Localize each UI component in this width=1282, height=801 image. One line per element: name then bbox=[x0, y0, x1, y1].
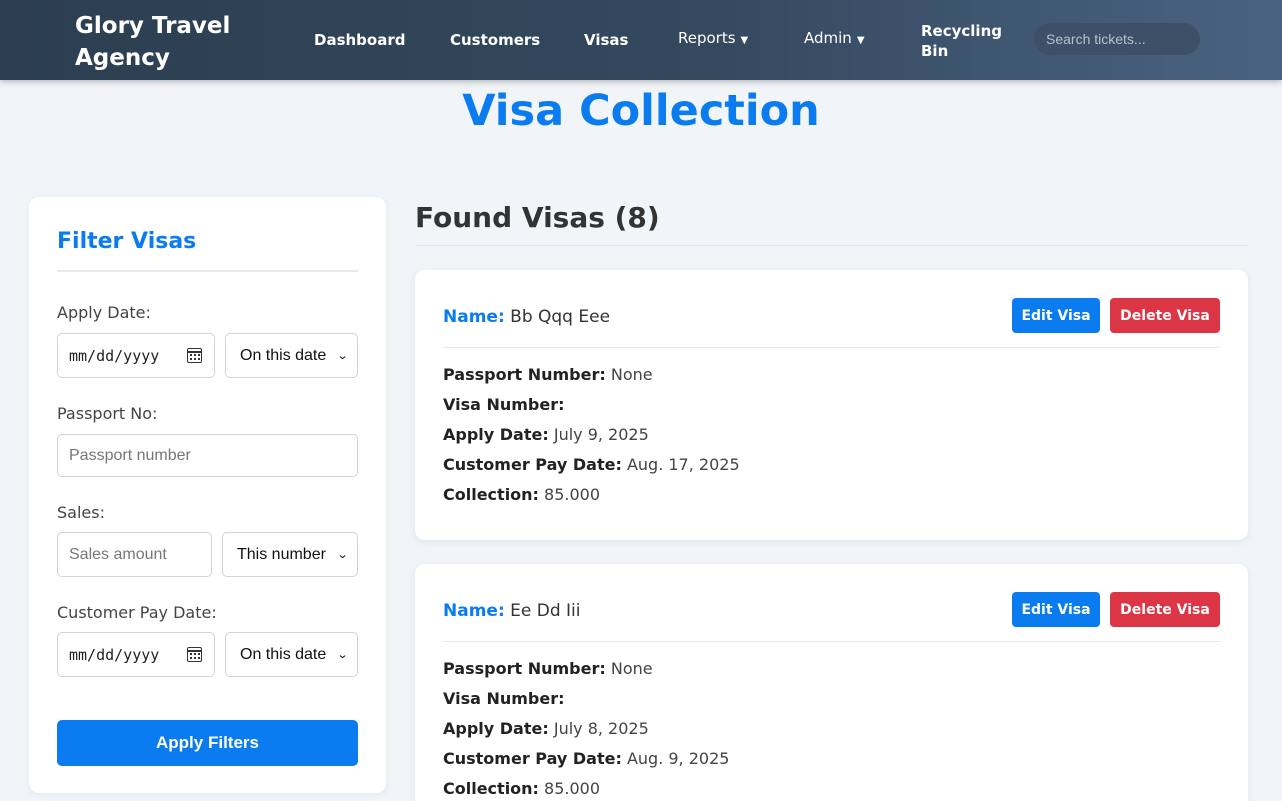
calendar-icon[interactable] bbox=[187, 348, 202, 363]
caret-down-icon: ▼ bbox=[740, 35, 749, 46]
apply-date-label: Apply Date: bbox=[57, 303, 151, 322]
sales-mode-value: This number bbox=[237, 545, 326, 563]
passport-field-label: Passport Number: bbox=[443, 365, 606, 384]
page-title: Visa Collection bbox=[462, 86, 820, 136]
nav-customers[interactable]: Customers bbox=[450, 31, 540, 49]
pay-date-placeholder: mm/dd/yyyy bbox=[69, 645, 160, 664]
brand-logo-text[interactable]: Glory Travel Agency bbox=[75, 10, 265, 74]
nav-recycling-bin[interactable]: Recycling Bin bbox=[921, 21, 1002, 61]
filter-title: Filter Visas bbox=[57, 229, 197, 254]
visa-card: Name: Bb Qqq Eee Edit Visa Delete Visa P… bbox=[415, 270, 1248, 540]
nav-visas[interactable]: Visas bbox=[584, 31, 628, 49]
pay-date-label: Customer Pay Date: bbox=[57, 603, 217, 622]
apply-date-row: Apply Date: July 8, 2025 bbox=[443, 719, 649, 738]
apply-date-field-label: Apply Date: bbox=[443, 719, 549, 738]
passport-placeholder: Passport number bbox=[69, 446, 191, 464]
collection-row: Collection: 85.000 bbox=[443, 485, 600, 504]
edit-visa-button[interactable]: Edit Visa bbox=[1012, 298, 1100, 333]
visa-field-label: Visa Number: bbox=[443, 689, 565, 708]
calendar-icon[interactable] bbox=[187, 647, 202, 662]
filter-panel: Filter Visas Apply Date: mm/dd/yyyy On t… bbox=[29, 197, 386, 793]
divider bbox=[415, 245, 1248, 246]
passport-value: None bbox=[610, 365, 653, 384]
top-navbar: Glory Travel Agency Dashboard Customers … bbox=[0, 0, 1282, 80]
chevron-down-icon: ⌄ bbox=[336, 649, 349, 661]
collection-row: Collection: 85.000 bbox=[443, 779, 600, 798]
apply-date-value: July 9, 2025 bbox=[553, 425, 649, 444]
visa-field-label: Visa Number: bbox=[443, 395, 565, 414]
visa-card: Name: Ee Dd Iii Edit Visa Delete Visa Pa… bbox=[415, 564, 1248, 801]
nav-dashboard[interactable]: Dashboard bbox=[314, 31, 405, 49]
passport-row: Passport Number: None bbox=[443, 365, 653, 384]
apply-date-input[interactable]: mm/dd/yyyy bbox=[57, 333, 215, 378]
sales-placeholder: Sales amount bbox=[69, 545, 167, 563]
pay-date-mode-value: On this date bbox=[240, 645, 327, 663]
pay-date-input[interactable]: mm/dd/yyyy bbox=[57, 632, 215, 677]
visa-number-row: Visa Number: bbox=[443, 689, 565, 708]
results-heading: Found Visas (8) bbox=[415, 201, 660, 234]
collection-field-label: Collection: bbox=[443, 485, 539, 504]
visa-name: Name: Ee Dd Iii bbox=[443, 601, 581, 621]
pay-date-row: Customer Pay Date: Aug. 9, 2025 bbox=[443, 749, 729, 768]
apply-date-row: Apply Date: July 9, 2025 bbox=[443, 425, 649, 444]
collection-value: 85.000 bbox=[544, 779, 601, 798]
passport-input[interactable]: Passport number bbox=[57, 434, 358, 477]
name-label: Name: bbox=[443, 601, 505, 621]
name-value: Bb Qqq Eee bbox=[510, 307, 611, 327]
sales-input[interactable]: Sales amount bbox=[57, 532, 212, 577]
visa-number-row: Visa Number: bbox=[443, 395, 565, 414]
caret-down-icon: ▼ bbox=[856, 35, 865, 46]
pay-date-value: Aug. 17, 2025 bbox=[626, 455, 740, 474]
pay-date-value: Aug. 9, 2025 bbox=[626, 749, 730, 768]
apply-filters-button[interactable]: Apply Filters bbox=[57, 720, 358, 766]
sales-label: Sales: bbox=[57, 503, 105, 522]
collection-value: 85.000 bbox=[544, 485, 601, 504]
apply-date-field-label: Apply Date: bbox=[443, 425, 549, 444]
sales-mode-select[interactable]: This number ⌄ bbox=[222, 532, 358, 577]
nav-reports-dropdown[interactable]: Reports ▼ bbox=[678, 29, 748, 47]
nav-admin-dropdown[interactable]: Admin ▼ bbox=[804, 29, 865, 47]
nav-reports-label: Reports bbox=[678, 29, 736, 47]
apply-date-mode-value: On this date bbox=[240, 346, 327, 364]
edit-visa-button[interactable]: Edit Visa bbox=[1012, 592, 1100, 627]
passport-value: None bbox=[610, 659, 653, 678]
passport-row: Passport Number: None bbox=[443, 659, 653, 678]
nav-admin-label: Admin bbox=[804, 29, 852, 47]
chevron-down-icon: ⌄ bbox=[336, 350, 349, 362]
apply-date-mode-select[interactable]: On this date ⌄ bbox=[225, 333, 358, 378]
passport-field-label: Passport Number: bbox=[443, 659, 606, 678]
name-label: Name: bbox=[443, 307, 505, 327]
pay-date-row: Customer Pay Date: Aug. 17, 2025 bbox=[443, 455, 740, 474]
delete-visa-button[interactable]: Delete Visa bbox=[1110, 298, 1220, 333]
pay-date-field-label: Customer Pay Date: bbox=[443, 455, 622, 474]
apply-date-value: July 8, 2025 bbox=[553, 719, 649, 738]
passport-label: Passport No: bbox=[57, 404, 158, 423]
delete-visa-button[interactable]: Delete Visa bbox=[1110, 592, 1220, 627]
divider bbox=[57, 270, 358, 272]
divider bbox=[443, 347, 1220, 348]
collection-field-label: Collection: bbox=[443, 779, 539, 798]
divider bbox=[443, 641, 1220, 642]
pay-date-mode-select[interactable]: On this date ⌄ bbox=[225, 632, 358, 677]
search-input[interactable] bbox=[1034, 23, 1200, 55]
name-value: Ee Dd Iii bbox=[510, 601, 581, 621]
chevron-down-icon: ⌄ bbox=[336, 549, 349, 561]
apply-date-placeholder: mm/dd/yyyy bbox=[69, 346, 160, 365]
pay-date-field-label: Customer Pay Date: bbox=[443, 749, 622, 768]
visa-name: Name: Bb Qqq Eee bbox=[443, 307, 610, 327]
